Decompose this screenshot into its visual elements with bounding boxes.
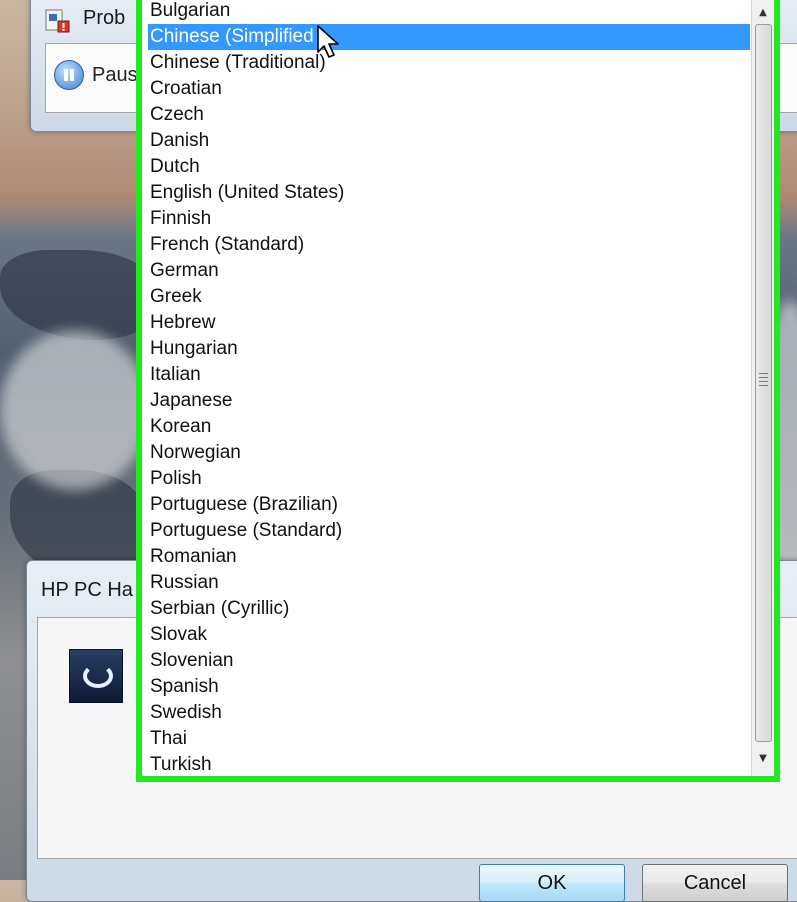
language-option[interactable]: Serbian (Cyrillic) [148, 596, 750, 622]
language-option[interactable]: Croatian [148, 76, 750, 102]
language-option[interactable]: Russian [148, 570, 750, 596]
language-option[interactable]: Hebrew [148, 310, 750, 336]
language-option[interactable]: Slovak [148, 622, 750, 648]
language-option[interactable]: French (Standard) [148, 232, 750, 258]
language-option[interactable]: Thai [148, 726, 750, 752]
language-option[interactable]: Greek [148, 284, 750, 310]
language-option[interactable]: Finnish [148, 206, 750, 232]
language-option[interactable]: Turkish [148, 752, 750, 776]
language-options: Bulgarian Chinese (Simplified Chinese (T… [148, 0, 750, 776]
language-option[interactable]: Bulgarian [148, 0, 750, 24]
scrollbar-grip [759, 373, 768, 387]
language-option[interactable]: Czech [148, 102, 750, 128]
scroll-down-arrow-icon[interactable]: ▼ [752, 750, 774, 768]
language-option[interactable]: Norwegian [148, 440, 750, 466]
pause-button-label[interactable]: Paus [92, 64, 138, 87]
language-option[interactable]: Chinese (Traditional) [148, 50, 750, 76]
scroll-up-arrow-icon[interactable]: ▲ [752, 4, 774, 22]
list-scrollbar[interactable]: ▲ ▼ [751, 0, 774, 776]
language-option[interactable]: Swedish [148, 700, 750, 726]
language-option[interactable]: Italian [148, 362, 750, 388]
background-wave [0, 330, 150, 490]
mouse-pointer-icon [317, 25, 339, 58]
hp-support-icon [69, 649, 123, 703]
language-option[interactable]: Japanese [148, 388, 750, 414]
language-option[interactable]: Polish [148, 466, 750, 492]
language-option[interactable]: Romanian [148, 544, 750, 570]
language-option[interactable]: Slovenian [148, 648, 750, 674]
cancel-button[interactable]: Cancel [642, 864, 788, 902]
pause-icon[interactable] [54, 60, 84, 90]
language-option[interactable]: Korean [148, 414, 750, 440]
language-option[interactable]: Spanish [148, 674, 750, 700]
language-option[interactable]: Portuguese (Standard) [148, 518, 750, 544]
language-option[interactable]: Hungarian [148, 336, 750, 362]
problem-window-title: Prob [83, 7, 126, 29]
language-option[interactable]: Portuguese (Brazilian) [148, 492, 750, 518]
language-option[interactable]: English (United States) [148, 180, 750, 206]
hp-window-title: HP PC Ha [41, 579, 133, 601]
ok-button[interactable]: OK [479, 864, 625, 902]
scrollbar-thumb[interactable] [755, 24, 772, 742]
problem-reports-icon [45, 9, 70, 33]
language-option[interactable]: Chinese (Simplified [148, 24, 750, 50]
language-option[interactable]: Dutch [148, 154, 750, 180]
language-option[interactable]: Danish [148, 128, 750, 154]
language-option[interactable]: German [148, 258, 750, 284]
language-dropdown-list[interactable]: Bulgarian Chinese (Simplified Chinese (T… [136, 0, 780, 782]
